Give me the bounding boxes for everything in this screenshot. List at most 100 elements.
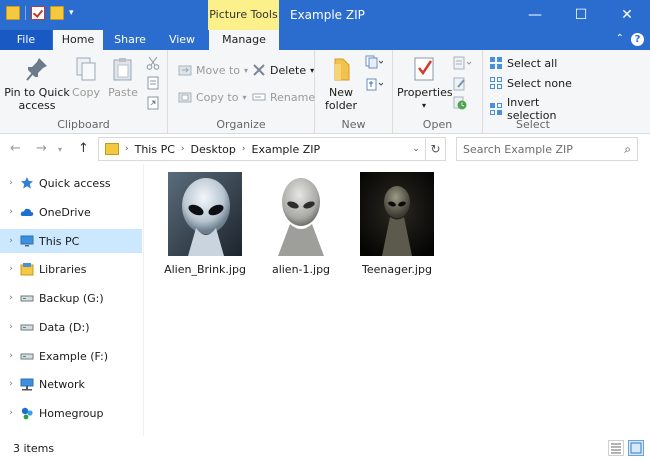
expand-chevron-icon[interactable]: › bbox=[0, 351, 18, 361]
select-none-button[interactable]: Select none bbox=[489, 76, 572, 90]
clipboard-group: Pin to Quick access Copy Paste Clipboard bbox=[0, 50, 168, 134]
forward-arrow-icon[interactable]: → bbox=[36, 141, 47, 156]
expand-chevron-icon[interactable]: › bbox=[0, 379, 18, 389]
breadcrumb-separator-icon[interactable]: › bbox=[125, 144, 129, 154]
search-icon[interactable]: ⌕ bbox=[624, 142, 631, 157]
copy-to-label: Copy to bbox=[196, 90, 239, 104]
tab-view[interactable]: View bbox=[156, 30, 208, 50]
copy-button[interactable]: Copy bbox=[70, 56, 102, 99]
minimize-button[interactable]: — bbox=[512, 0, 558, 30]
new-item-icon[interactable] bbox=[365, 55, 384, 69]
sidebar-item-quick-access[interactable]: › Quick access bbox=[0, 171, 142, 195]
help-icon[interactable]: ? bbox=[631, 33, 644, 46]
folder-icon bbox=[105, 143, 119, 155]
paste-shortcut-icon[interactable] bbox=[146, 96, 160, 110]
breadcrumb-this-pc[interactable]: This PC bbox=[135, 143, 175, 156]
sidebar-item-libraries[interactable]: › Libraries bbox=[0, 257, 142, 281]
search-placeholder: Search Example ZIP bbox=[463, 142, 573, 156]
delete-icon bbox=[252, 63, 266, 77]
drive-icon bbox=[20, 320, 34, 334]
copy-path-icon[interactable] bbox=[146, 76, 160, 90]
drive-icon bbox=[20, 291, 34, 305]
file-name: alien-1.jpg bbox=[271, 263, 331, 276]
file-item-alien-brink[interactable]: Alien_Brink.jpg bbox=[160, 172, 250, 276]
expand-chevron-icon[interactable]: › bbox=[0, 264, 18, 274]
close-button[interactable]: ✕ bbox=[604, 0, 650, 30]
star-icon bbox=[20, 176, 34, 190]
library-icon bbox=[20, 262, 34, 276]
sidebar-item-label: Homegroup bbox=[39, 406, 104, 420]
paste-button[interactable]: Paste bbox=[106, 56, 140, 99]
new-folder-label-line1: New bbox=[329, 86, 353, 99]
expand-chevron-icon[interactable]: › bbox=[0, 178, 18, 188]
breadcrumb: › This PC › Desktop › Example ZIP bbox=[99, 143, 407, 156]
paste-icon bbox=[111, 56, 135, 82]
file-item-teenager[interactable]: Teenager.jpg bbox=[352, 172, 442, 276]
sidebar-item-backup-g[interactable]: › Backup (G:) bbox=[0, 286, 142, 310]
delete-chevron-icon: ▾ bbox=[310, 65, 315, 75]
sidebar-item-onedrive[interactable]: › OneDrive bbox=[0, 200, 142, 224]
expand-chevron-icon[interactable]: › bbox=[0, 236, 18, 246]
edit-icon[interactable] bbox=[453, 77, 467, 91]
organize-group-label: Organize bbox=[216, 118, 266, 131]
move-to-button[interactable]: Move to ▾ bbox=[178, 63, 248, 77]
pin-icon bbox=[25, 56, 49, 82]
copy-to-button[interactable]: Copy to ▾ bbox=[178, 90, 246, 104]
pin-to-quick-access-button[interactable]: Pin to Quick access bbox=[4, 56, 70, 112]
back-arrow-icon[interactable]: ← bbox=[10, 141, 21, 156]
organize-group: Move to ▾ Copy to ▾ Delete ▾ Rename Orga… bbox=[168, 50, 315, 134]
expand-chevron-icon[interactable]: › bbox=[0, 322, 18, 332]
drive-icon bbox=[20, 349, 34, 363]
quick-access-toolbar: ▾ bbox=[6, 6, 74, 20]
expand-chevron-icon[interactable]: › bbox=[0, 293, 18, 303]
properties-icon[interactable] bbox=[31, 6, 45, 20]
breadcrumb-desktop[interactable]: Desktop bbox=[191, 143, 236, 156]
file-name: Teenager.jpg bbox=[362, 263, 432, 276]
sidebar-item-network[interactable]: › Network bbox=[0, 372, 142, 396]
sidebar-item-data-d[interactable]: › Data (D:) bbox=[0, 315, 142, 339]
breadcrumb-example-zip[interactable]: Example ZIP bbox=[252, 143, 321, 156]
paste-label: Paste bbox=[108, 86, 138, 99]
sidebar-item-homegroup[interactable]: › Homegroup bbox=[0, 401, 142, 425]
properties-button[interactable]: Properties ▾ bbox=[397, 56, 453, 112]
address-dropdown-chevron-icon[interactable]: ⌄ bbox=[407, 144, 425, 154]
history-icon[interactable] bbox=[453, 96, 467, 110]
folder-icon bbox=[6, 6, 20, 20]
details-view-icon[interactable] bbox=[608, 440, 624, 456]
recent-locations-chevron-icon[interactable]: ▾ bbox=[58, 145, 62, 154]
sidebar-item-this-pc[interactable]: › This PC bbox=[0, 229, 142, 253]
tab-file[interactable]: File bbox=[0, 30, 52, 50]
up-arrow-icon[interactable]: ↑ bbox=[78, 141, 89, 156]
customize-toolbar-chevron-icon[interactable]: ▾ bbox=[69, 8, 74, 18]
file-item-alien-1[interactable]: alien-1.jpg bbox=[256, 172, 346, 276]
refresh-icon[interactable]: ↻ bbox=[425, 138, 445, 160]
new-folder-button[interactable]: New folder bbox=[321, 56, 361, 112]
easy-access-icon[interactable] bbox=[365, 77, 384, 91]
copy-icon bbox=[74, 56, 98, 82]
maximize-button[interactable]: ☐ bbox=[558, 0, 604, 30]
expand-chevron-icon[interactable]: › bbox=[0, 207, 18, 217]
rename-button[interactable]: Rename bbox=[252, 90, 315, 104]
new-folder-icon[interactable] bbox=[50, 6, 64, 20]
breadcrumb-separator-icon[interactable]: › bbox=[242, 144, 246, 154]
tab-share[interactable]: Share bbox=[104, 30, 156, 50]
navigation-bar: ← → ▾ ↑ › This PC › Desktop › Example ZI… bbox=[0, 134, 650, 164]
collapse-ribbon-chevron-icon[interactable]: ⌃ bbox=[616, 33, 624, 44]
expand-chevron-icon[interactable]: › bbox=[0, 408, 18, 418]
large-icons-view-icon[interactable] bbox=[628, 440, 644, 456]
open-group-label: Open bbox=[422, 118, 453, 131]
delete-label: Delete bbox=[270, 63, 307, 77]
sidebar-item-example-f[interactable]: › Example (F:) bbox=[0, 344, 142, 368]
tab-manage[interactable]: Manage bbox=[209, 30, 279, 50]
sidebar-item-label: Libraries bbox=[39, 262, 87, 276]
select-all-button[interactable]: Select all bbox=[489, 56, 557, 70]
sidebar-item-label: Network bbox=[39, 377, 85, 391]
properties-label: Properties bbox=[397, 86, 453, 99]
cut-icon[interactable] bbox=[146, 56, 160, 70]
tab-home[interactable]: Home bbox=[53, 30, 103, 50]
delete-button[interactable]: Delete ▾ bbox=[252, 63, 314, 77]
search-input[interactable]: Search Example ZIP ⌕ bbox=[456, 137, 638, 161]
address-bar[interactable]: › This PC › Desktop › Example ZIP ⌄ ↻ bbox=[98, 137, 446, 161]
open-icon[interactable] bbox=[453, 56, 473, 70]
breadcrumb-separator-icon[interactable]: › bbox=[181, 144, 185, 154]
